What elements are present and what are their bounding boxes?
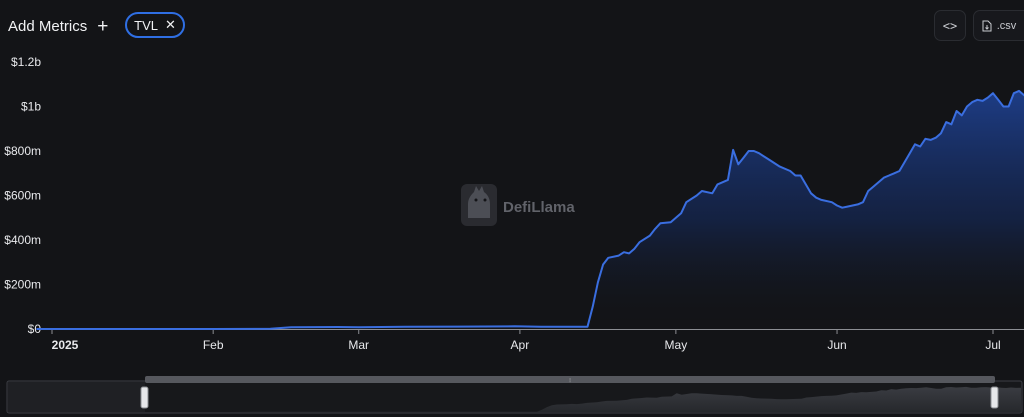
x-tick-label: Jul xyxy=(985,338,1000,352)
tvl-chart[interactable]: DefiLlama $0$200m$400m$600m$800m$1b$1.2b… xyxy=(0,0,1024,417)
y-tick-label: $1.2b xyxy=(11,55,41,69)
zoom-slider-grip[interactable]: ⦙ xyxy=(569,377,570,384)
y-tick-label: $200m xyxy=(4,278,41,292)
x-tick-label: Feb xyxy=(203,338,224,352)
x-tick-label: Jun xyxy=(827,338,846,352)
y-tick-label: $600m xyxy=(4,189,41,203)
watermark: DefiLlama xyxy=(461,184,575,226)
x-axis: 2025 Feb Mar Apr May Jun Jul xyxy=(48,329,1024,352)
y-axis: $0$200m$400m$600m$800m$1b$1.2b xyxy=(4,55,41,336)
watermark-text: DefiLlama xyxy=(503,199,575,216)
x-tick-label: May xyxy=(665,338,688,352)
zoom-slider-left-handle[interactable] xyxy=(140,386,149,409)
x-tick-label: 2025 xyxy=(52,338,79,352)
y-tick-label: $400m xyxy=(4,233,41,247)
x-tick-label: Mar xyxy=(348,338,369,352)
x-tick-label: Apr xyxy=(511,338,530,352)
zoom-slider-mask-left xyxy=(8,382,145,412)
y-tick-label: $800m xyxy=(4,144,41,158)
zoom-slider-right-handle[interactable] xyxy=(990,386,999,409)
y-tick-label: $1b xyxy=(21,100,41,114)
llama-logo-icon xyxy=(461,184,497,226)
zoom-slider[interactable]: ⦙ xyxy=(6,376,1023,414)
